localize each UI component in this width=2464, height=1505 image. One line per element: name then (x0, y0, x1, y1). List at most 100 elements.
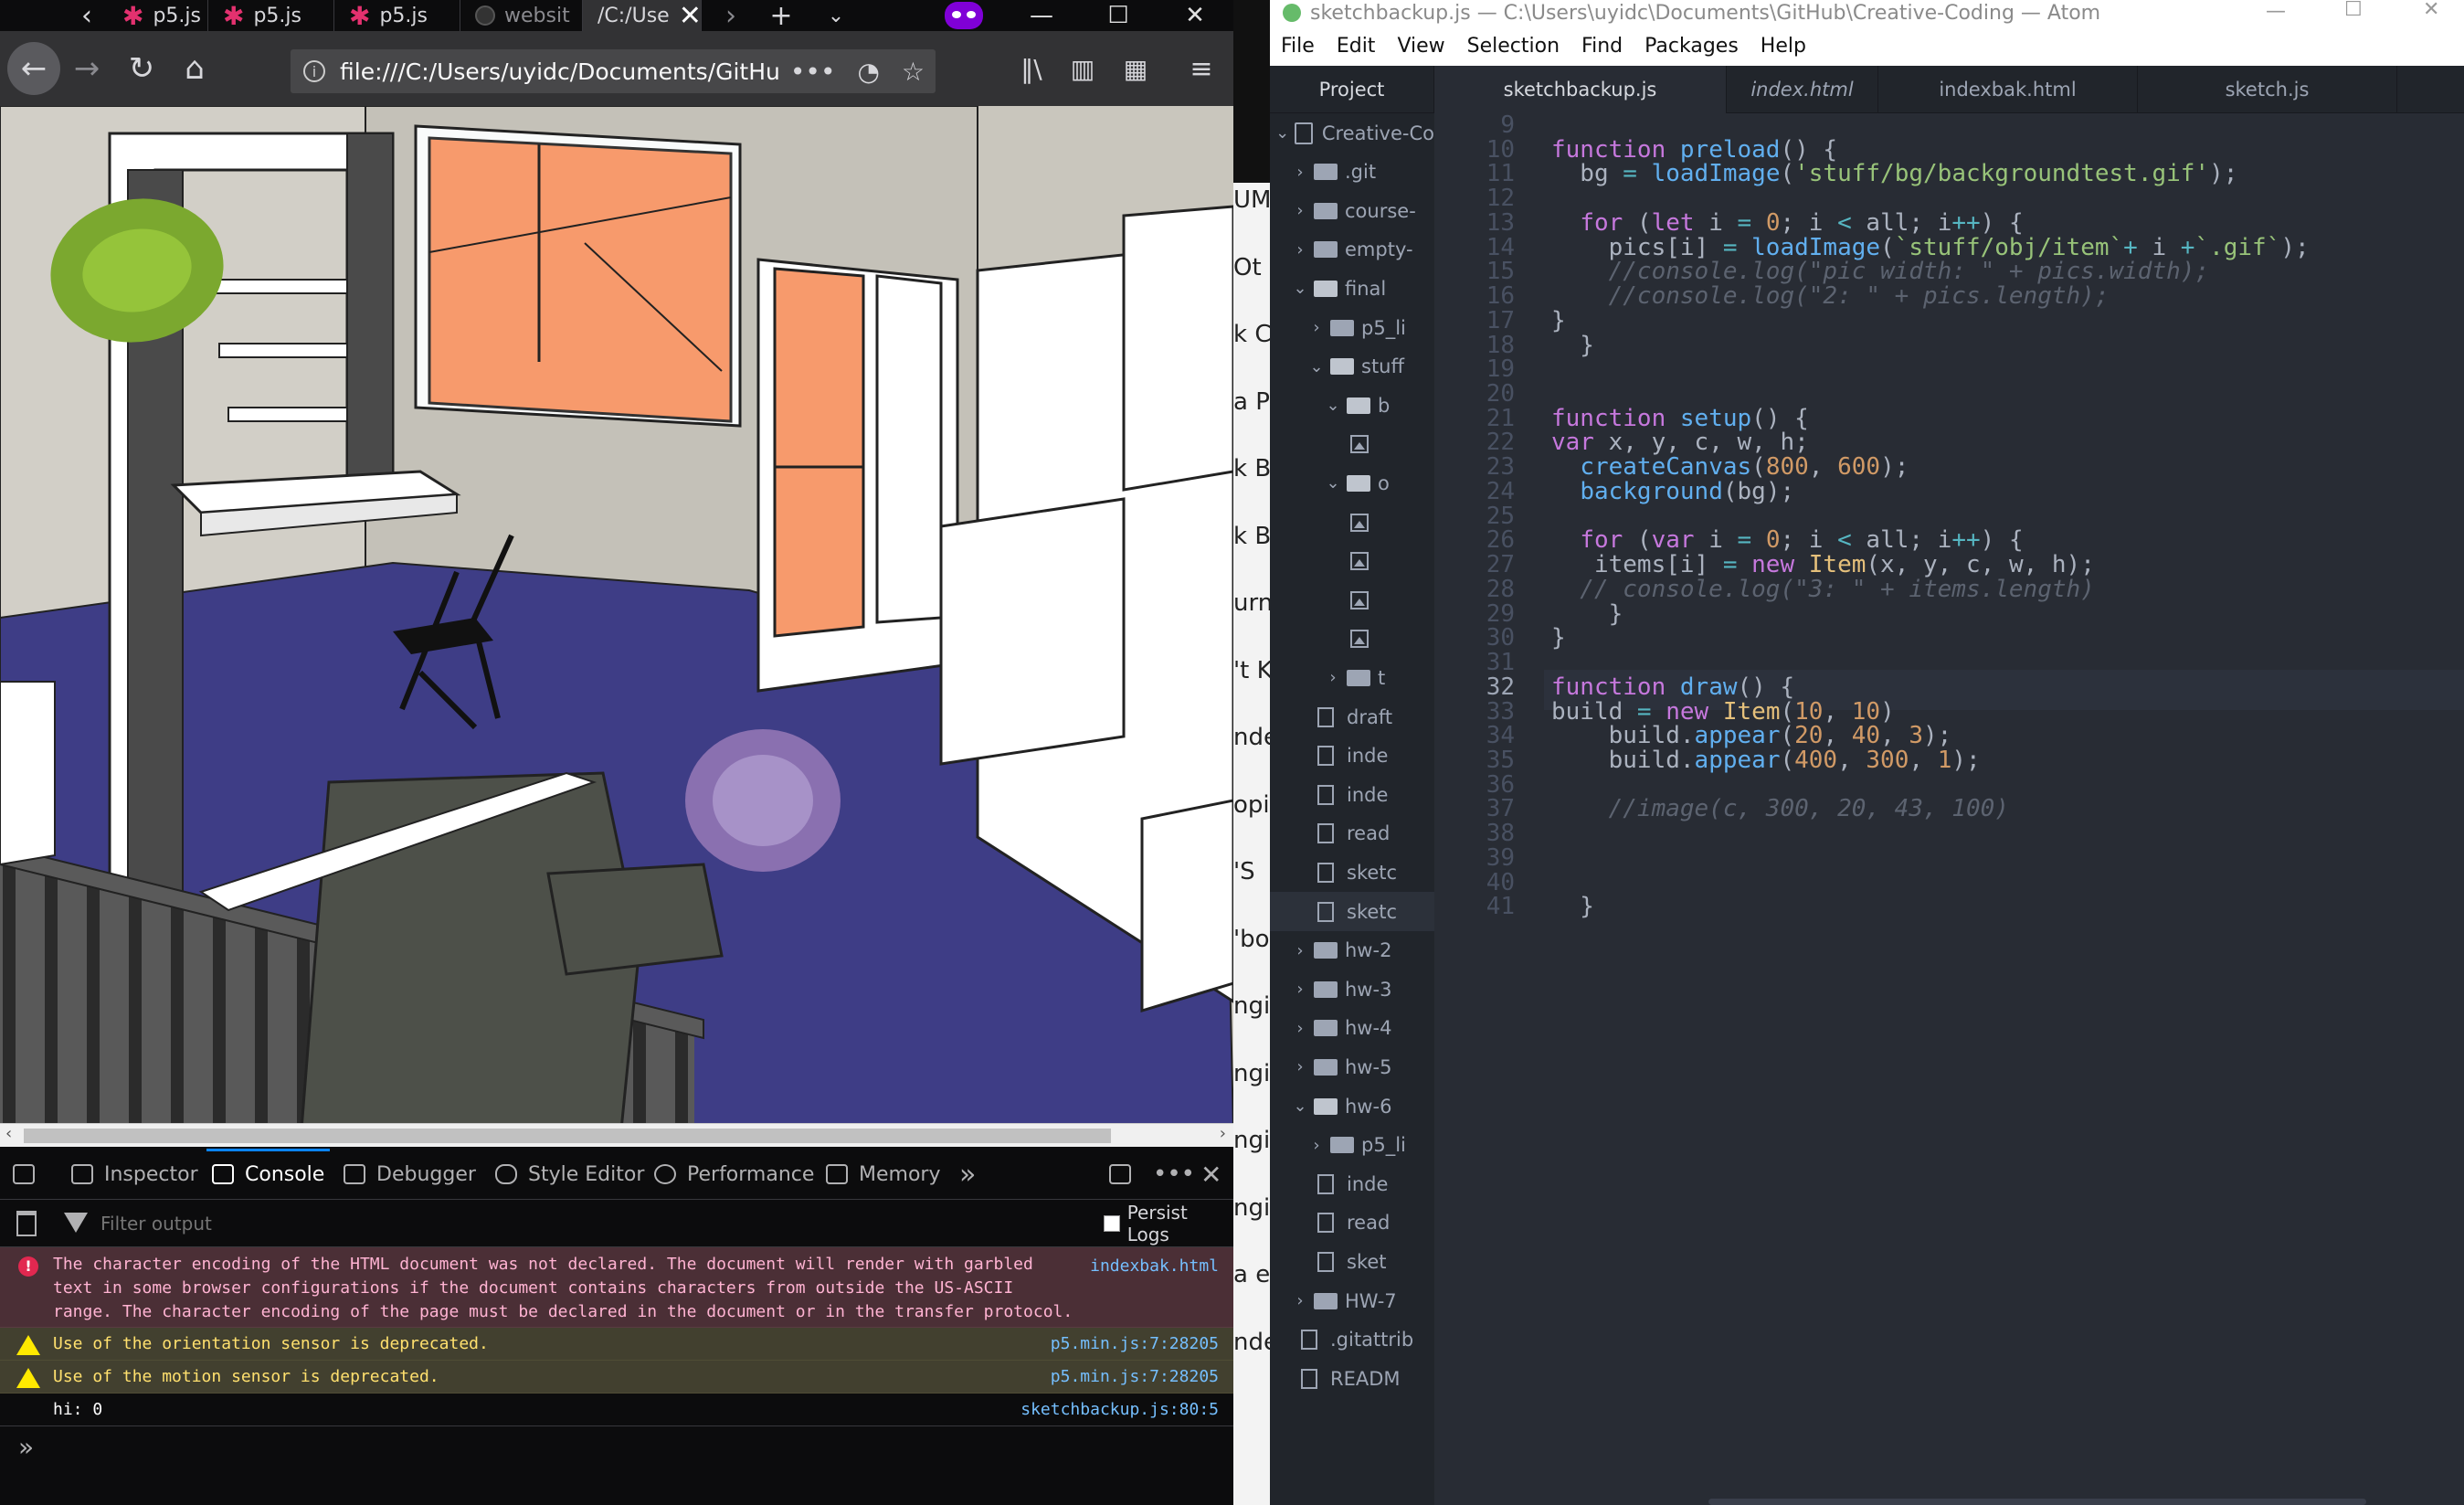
tab-project[interactable]: Project (1270, 66, 1434, 113)
message-source-link[interactable]: p5.min.js:7:28205 (1051, 1365, 1219, 1389)
library-icon[interactable]: ‖\ (1005, 42, 1058, 95)
tree-item[interactable]: sketc (1270, 892, 1434, 931)
tree-item[interactable] (1270, 542, 1434, 581)
code-line[interactable]: pics[i] = loadImage(`stuff/obj/item`+ i … (1551, 234, 2310, 261)
code-line[interactable]: for (let i = 0; i < all; i++) { (1551, 209, 2023, 237)
chevron-right-icon[interactable]: › (1292, 1291, 1308, 1310)
menu-help[interactable]: Help (1761, 35, 1806, 58)
code-line[interactable]: } (1551, 624, 1566, 652)
browser-tab[interactable]: websit (460, 0, 583, 31)
chevron-right-icon[interactable]: › (1308, 318, 1325, 337)
tab-performance[interactable]: Performance (654, 1149, 814, 1200)
code-line[interactable]: } (1551, 307, 1566, 334)
forward-arrow-icon[interactable]: → (60, 42, 113, 95)
hamburger-menu-icon[interactable]: ≡ (1175, 42, 1228, 95)
code-line[interactable]: // console.log("3: " + items.length) (1551, 576, 2095, 603)
tree-item[interactable]: inde (1270, 775, 1434, 814)
tree-item[interactable]: › empty- (1270, 230, 1434, 270)
chevron-down-icon[interactable]: ⌄ (1325, 396, 1341, 415)
tree-item[interactable]: ⌄ o (1270, 463, 1434, 503)
tree-item[interactable]: › hw-5 (1270, 1047, 1434, 1086)
tab-style-editor[interactable]: Style Editor (495, 1149, 644, 1200)
filter-output-input[interactable] (100, 1209, 923, 1238)
code-line[interactable]: build.appear(20, 40, 3); (1551, 722, 1952, 749)
new-tab-button[interactable]: + (758, 0, 804, 32)
code-line[interactable]: bg = loadImage('stuff/bg/backgroundtest.… (1551, 160, 2237, 187)
bookmark-star-icon[interactable]: ☆ (902, 57, 925, 87)
menu-packages[interactable]: Packages (1644, 35, 1739, 58)
tab-console[interactable]: Console (206, 1149, 331, 1200)
browser-tab-active[interactable]: /C:/Use ✕ (583, 0, 702, 31)
chevron-down-icon[interactable]: ⌄ (1292, 1097, 1308, 1116)
tree-item[interactable]: › .git (1270, 153, 1434, 192)
horizontal-scrollbar[interactable] (1708, 1499, 2366, 1505)
tree-item[interactable] (1270, 503, 1434, 542)
tree-item[interactable]: › hw-4 (1270, 1009, 1434, 1048)
code-editor[interactable]: 9 10 function preload() {11 bg = loadImage… (1434, 113, 2464, 1505)
code-line[interactable]: function setup() { (1551, 405, 1809, 432)
message-source-link[interactable]: indexbak.html (1090, 1255, 1219, 1278)
code-line[interactable]: } (1551, 600, 1623, 628)
minimize-button[interactable]: — (2266, 0, 2286, 23)
menu-file[interactable]: File (1281, 35, 1315, 58)
chevron-right-icon[interactable]: › (1292, 980, 1308, 999)
menu-edit[interactable]: Edit (1337, 35, 1376, 58)
tree-item[interactable]: .gitattrib (1270, 1320, 1434, 1360)
devtools-menu-icon[interactable]: ••• (1153, 1149, 1195, 1200)
tree-item[interactable]: › HW-7 (1270, 1281, 1434, 1320)
code-line[interactable]: function draw() { (1551, 673, 1794, 701)
chevron-down-icon[interactable]: ⌄ (1308, 357, 1325, 376)
p5-canvas[interactable] (0, 106, 1233, 1129)
tree-item[interactable]: › p5_li (1270, 1126, 1434, 1165)
browser-tab[interactable]: ✱ p5.js (108, 0, 208, 31)
message-source-link[interactable]: p5.min.js:7:28205 (1051, 1332, 1219, 1356)
tree-item[interactable]: › t (1270, 658, 1434, 697)
code-line[interactable]: function preload() { (1551, 136, 1837, 164)
close-tab-icon[interactable]: ✕ (679, 0, 701, 31)
chevron-down-icon[interactable]: ⌄ (1292, 279, 1308, 298)
menu-selection[interactable]: Selection (1467, 35, 1560, 58)
sidebar-icon[interactable]: ▥ (1056, 42, 1109, 95)
list-tabs-icon[interactable]: ⌄ (813, 0, 859, 31)
tree-item[interactable]: inde (1270, 1164, 1434, 1203)
code-line[interactable]: for (var i = 0; i < all; i++) { (1551, 526, 2023, 554)
info-icon[interactable]: i (303, 60, 325, 82)
tab-sketch-js[interactable]: sketch.js (2138, 66, 2397, 113)
bookmarks-toolbar-icon[interactable]: ▦ (1109, 42, 1162, 95)
tree-item[interactable]: › p5_li (1270, 308, 1434, 347)
chevron-right-icon[interactable]: › (1292, 941, 1308, 960)
scrollbar-thumb[interactable] (24, 1129, 1111, 1143)
checkbox-icon[interactable] (1104, 1215, 1120, 1232)
tree-item[interactable]: › hw-2 (1270, 931, 1434, 970)
scroll-tabs-left-icon[interactable]: ‹ (73, 0, 100, 32)
tree-item[interactable]: sketc (1270, 853, 1434, 892)
tree-item[interactable]: ⌄ Creative-Co (1270, 113, 1434, 153)
tab-sketchbackup[interactable]: sketchbackup.js (1434, 66, 1727, 113)
code-line[interactable]: var x, y, c, w, h; (1551, 429, 1809, 456)
menu-find[interactable]: Find (1581, 35, 1623, 58)
tree-item[interactable]: draft (1270, 697, 1434, 737)
url-bar[interactable]: i file:///C:/Users/uyidc/Documents/GitHu… (291, 49, 936, 93)
tab-inspector[interactable]: Inspector (71, 1149, 198, 1200)
code-line[interactable]: //image(c, 300, 20, 43, 100) (1551, 795, 2009, 822)
scroll-left-arrow-icon[interactable]: ‹ (5, 1124, 12, 1143)
more-tools-chevron-icon[interactable]: » (959, 1149, 976, 1200)
browser-tab[interactable]: ✱ p5.js (208, 0, 334, 31)
tree-item[interactable]: ⌄ hw-6 (1270, 1086, 1434, 1126)
maximize-button[interactable]: ☐ (1082, 0, 1155, 31)
tree-item[interactable]: sket (1270, 1242, 1434, 1281)
trash-icon[interactable] (16, 1211, 37, 1236)
tree-item[interactable] (1270, 425, 1434, 464)
menu-view[interactable]: View (1397, 35, 1444, 58)
page-actions-icon[interactable]: ••• (790, 57, 836, 87)
reload-icon[interactable]: ↻ (115, 42, 168, 95)
tree-item[interactable] (1270, 620, 1434, 659)
tree-item[interactable]: › course- (1270, 191, 1434, 230)
pocket-icon[interactable]: ◔ (857, 57, 879, 87)
tab-indexbak-html[interactable]: indexbak.html (1878, 66, 2138, 113)
chevron-right-icon[interactable]: › (1292, 201, 1308, 220)
horizontal-scrollbar[interactable]: ‹ › (0, 1123, 1233, 1147)
chevron-right-icon[interactable]: › (1325, 668, 1341, 687)
tree-item[interactable]: ⌄ stuff (1270, 347, 1434, 387)
code-line[interactable]: build.appear(400, 300, 1); (1551, 747, 1981, 774)
